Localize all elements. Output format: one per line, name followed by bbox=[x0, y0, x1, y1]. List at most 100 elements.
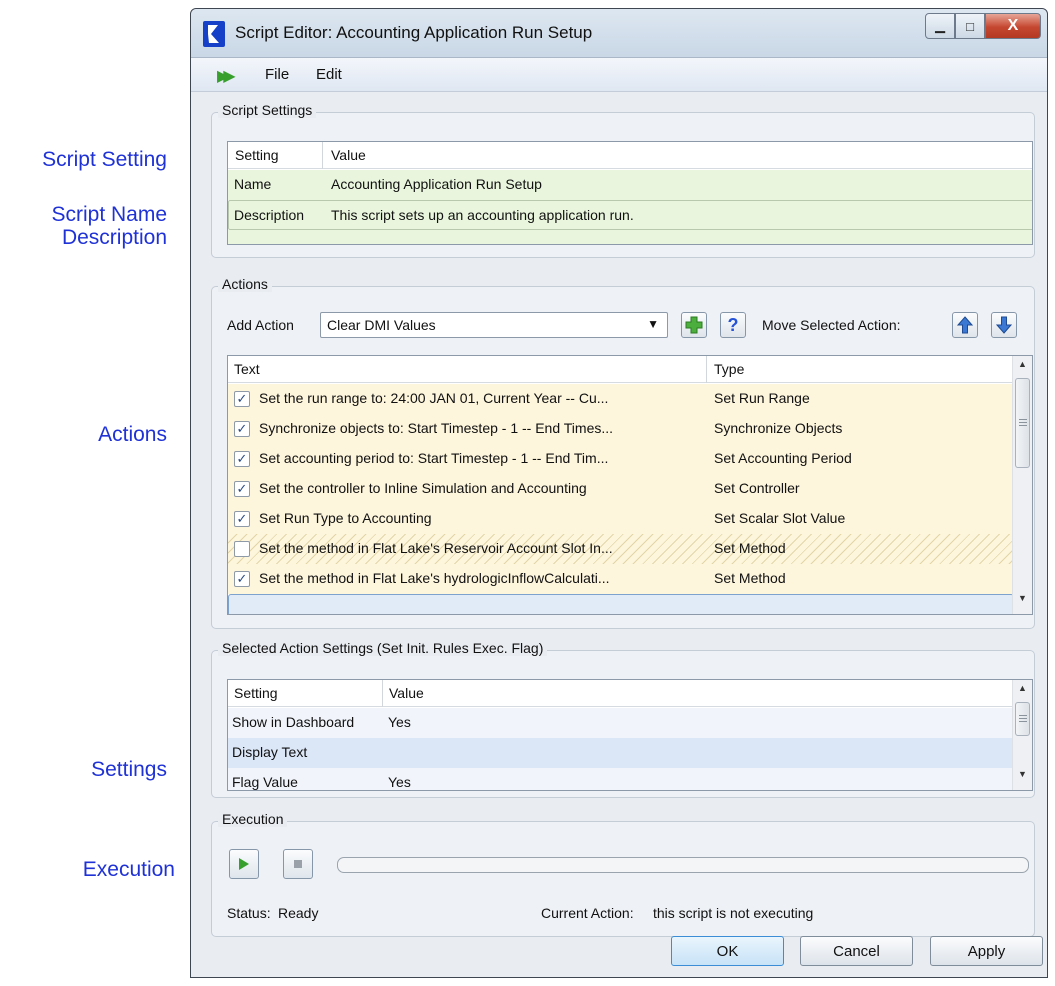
value-cell: Yes bbox=[388, 774, 411, 790]
table-row-disabled[interactable]: Set the method in Flat Lake's Reservoir … bbox=[228, 534, 1014, 564]
enabled-checkbox[interactable]: ✓ bbox=[234, 571, 250, 587]
script-settings-group: Script Settings Setting Value Name Accou… bbox=[211, 102, 1035, 258]
column-header-value[interactable]: Value bbox=[389, 685, 424, 701]
value-cell: This script sets up an accounting applic… bbox=[331, 207, 634, 223]
plus-icon bbox=[685, 316, 703, 334]
scroll-grip bbox=[1019, 721, 1027, 722]
add-action-dropdown[interactable]: Clear DMI Values ▼ bbox=[320, 312, 668, 338]
setting-cell: Display Text bbox=[232, 744, 308, 760]
move-action-label: Move Selected Action: bbox=[762, 317, 901, 333]
value-cell: Yes bbox=[388, 714, 411, 730]
help-button[interactable]: ? bbox=[720, 312, 746, 338]
scroll-up-arrow-icon[interactable]: ▲ bbox=[1013, 359, 1032, 377]
title-bar[interactable]: Script Editor: Accounting Application Ru… bbox=[191, 9, 1047, 58]
scroll-up-arrow-icon[interactable]: ▲ bbox=[1013, 683, 1032, 701]
run-button[interactable] bbox=[229, 849, 259, 879]
table-header: Text Type bbox=[228, 356, 1014, 383]
table-header: Setting Value bbox=[228, 142, 1032, 169]
annotation-execution: Execution bbox=[82, 858, 175, 881]
maximize-button[interactable]: □ bbox=[955, 13, 985, 39]
current-action-label: Current Action: bbox=[541, 905, 634, 921]
script-settings-title: Script Settings bbox=[218, 102, 317, 118]
apply-button[interactable]: Apply bbox=[930, 936, 1043, 966]
annotation-script-setting: Script Setting bbox=[42, 148, 167, 171]
value-cell: Accounting Application Run Setup bbox=[331, 176, 542, 192]
window-controls: ▁ □ X bbox=[925, 13, 1041, 39]
table-row[interactable]: ✓ Set the method in Flat Lake's hydrolog… bbox=[228, 564, 1014, 594]
enabled-checkbox[interactable]: ✓ bbox=[234, 421, 250, 437]
enabled-checkbox[interactable]: ✓ bbox=[234, 511, 250, 527]
table-row[interactable]: Name Accounting Application Run Setup bbox=[228, 170, 1032, 200]
annotation-actions: Actions bbox=[98, 423, 167, 446]
execution-title: Execution bbox=[218, 811, 288, 827]
play-icon bbox=[239, 858, 249, 870]
scroll-down-arrow-icon[interactable]: ▼ bbox=[1013, 769, 1032, 787]
scroll-down-arrow-icon[interactable]: ▼ bbox=[1013, 593, 1032, 611]
column-header-setting[interactable]: Setting bbox=[235, 147, 279, 163]
stop-button[interactable] bbox=[283, 849, 313, 879]
scroll-grip bbox=[1019, 715, 1027, 716]
column-header-value[interactable]: Value bbox=[331, 147, 366, 163]
setting-cell: Description bbox=[234, 207, 305, 223]
action-type: Set Accounting Period bbox=[714, 450, 852, 466]
enabled-checkbox[interactable]: ✓ bbox=[234, 451, 250, 467]
close-button[interactable]: X bbox=[985, 13, 1041, 39]
action-type: Set Method bbox=[714, 570, 786, 586]
arrow-up-icon bbox=[957, 316, 973, 334]
scroll-thumb[interactable] bbox=[1015, 378, 1030, 468]
add-action-label: Add Action bbox=[227, 317, 294, 333]
action-type: Set Method bbox=[714, 540, 786, 556]
enabled-checkbox[interactable] bbox=[234, 541, 250, 557]
table-row[interactable]: ✓ Synchronize objects to: Start Timestep… bbox=[228, 414, 1014, 444]
settings-scrollbar[interactable]: ▲ ▼ bbox=[1012, 680, 1032, 790]
setting-cell: Flag Value bbox=[232, 774, 298, 790]
current-action-value: this script is not executing bbox=[653, 905, 814, 921]
table-row[interactable]: Display Text bbox=[228, 738, 1014, 768]
column-header-setting[interactable]: Setting bbox=[234, 685, 278, 701]
table-row-selected[interactable] bbox=[228, 594, 1014, 614]
table-row[interactable]: ✓ Set accounting period to: Start Timest… bbox=[228, 444, 1014, 474]
action-type: Set Run Range bbox=[714, 390, 810, 406]
scroll-grip bbox=[1019, 419, 1027, 420]
help-icon: ? bbox=[727, 314, 739, 335]
execution-group: Execution Status: Ready Current Action: … bbox=[211, 811, 1035, 937]
menu-edit[interactable]: Edit bbox=[316, 66, 342, 83]
scroll-thumb[interactable] bbox=[1015, 702, 1030, 736]
stop-icon bbox=[294, 860, 302, 868]
enabled-checkbox[interactable]: ✓ bbox=[234, 481, 250, 497]
selected-action-table: Setting Value Show in Dashboard Yes Disp… bbox=[227, 679, 1033, 791]
add-action-button[interactable] bbox=[681, 312, 707, 338]
move-down-button[interactable] bbox=[991, 312, 1017, 338]
action-text: Set Run Type to Accounting bbox=[259, 510, 432, 526]
actions-group: Actions Add Action Clear DMI Values ▼ ? … bbox=[211, 276, 1035, 629]
execution-progress-bar bbox=[337, 857, 1029, 873]
scroll-grip bbox=[1019, 422, 1027, 423]
chevron-down-icon: ▼ bbox=[647, 317, 659, 331]
app-logo-icon bbox=[203, 21, 225, 47]
cancel-button[interactable]: Cancel bbox=[800, 936, 913, 966]
table-row[interactable]: Show in Dashboard Yes bbox=[228, 708, 1014, 738]
action-type: Synchronize Objects bbox=[714, 420, 843, 436]
enabled-checkbox[interactable]: ✓ bbox=[234, 391, 250, 407]
move-up-button[interactable] bbox=[952, 312, 978, 338]
window-title: Script Editor: Accounting Application Ru… bbox=[235, 23, 593, 42]
column-header-type[interactable]: Type bbox=[714, 361, 744, 377]
menu-file[interactable]: File bbox=[265, 66, 289, 83]
column-header-text[interactable]: Text bbox=[234, 361, 260, 377]
table-row[interactable]: ✓ Set the controller to Inline Simulatio… bbox=[228, 474, 1014, 504]
ok-button[interactable]: OK bbox=[671, 936, 784, 966]
column-divider bbox=[706, 356, 707, 383]
table-row[interactable]: Description This script sets up an accou… bbox=[228, 200, 1032, 230]
selected-action-title: Selected Action Settings (Set Init. Rule… bbox=[218, 640, 548, 656]
action-text: Set the method in Flat Lake's hydrologic… bbox=[259, 570, 610, 586]
action-type: Set Controller bbox=[714, 480, 800, 496]
actions-scrollbar[interactable]: ▲ ▼ bbox=[1012, 356, 1032, 614]
minimize-button[interactable]: ▁ bbox=[925, 13, 955, 39]
scroll-grip bbox=[1019, 425, 1027, 426]
table-row[interactable]: ✓ Set the run range to: 24:00 JAN 01, Cu… bbox=[228, 384, 1014, 414]
run-script-icon[interactable]: ▶▶ bbox=[217, 66, 235, 86]
arrow-down-icon bbox=[996, 316, 1012, 334]
table-row[interactable]: ✓ Set Run Type to Accounting Set Scalar … bbox=[228, 504, 1014, 534]
table-row[interactable]: Flag Value Yes bbox=[228, 768, 1014, 790]
action-text: Set the run range to: 24:00 JAN 01, Curr… bbox=[259, 390, 609, 406]
